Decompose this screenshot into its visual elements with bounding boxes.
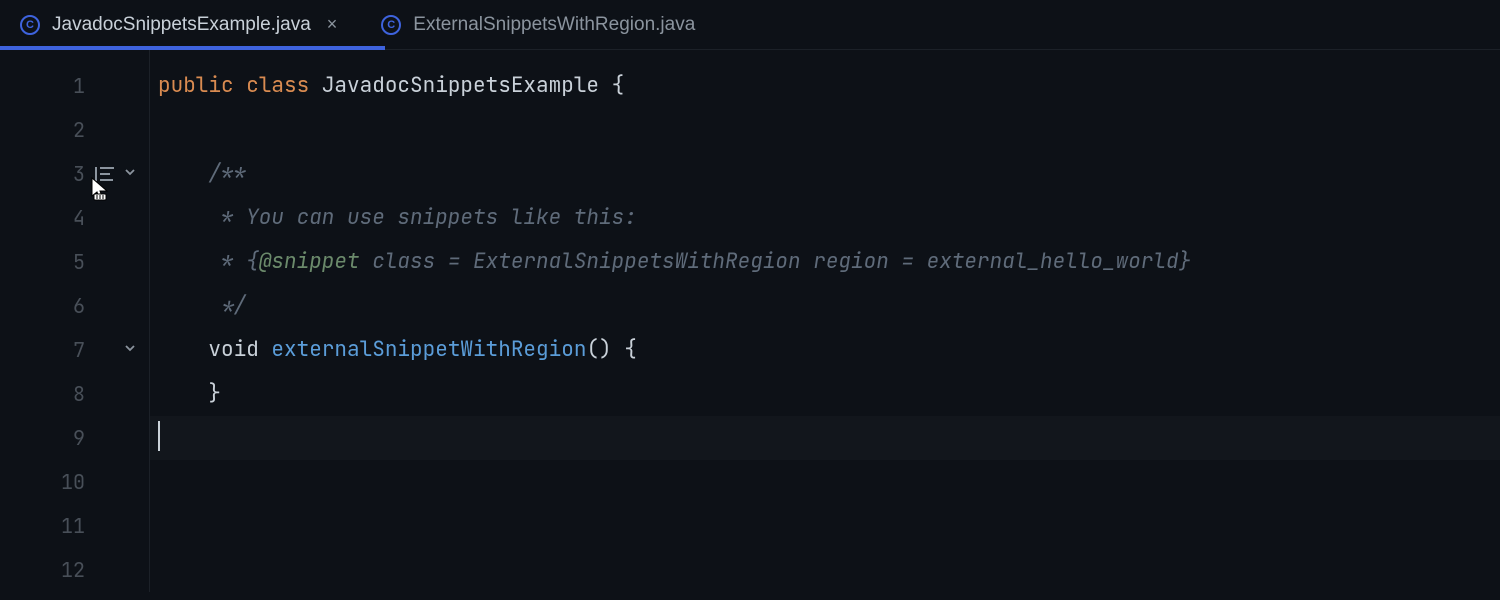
token: } — [208, 380, 221, 407]
token: JavadocSnippetsExample — [322, 72, 599, 99]
token — [234, 72, 247, 99]
line-number: 1 — [63, 64, 85, 108]
token — [599, 72, 612, 99]
code-line[interactable] — [158, 108, 1191, 152]
line-number: 9 — [63, 416, 85, 460]
token — [158, 160, 208, 187]
gutter-row: 10 — [0, 460, 149, 504]
token: { — [612, 72, 625, 99]
token: class — [246, 72, 309, 99]
line-number: 5 — [63, 240, 85, 284]
token: class = ExternalSnippetsWithRegion regio… — [360, 248, 1192, 275]
code-line[interactable]: void externalSnippetWithRegion() { — [158, 328, 1191, 372]
line-number: 12 — [61, 548, 85, 592]
line-number: 8 — [63, 372, 85, 416]
java-class-icon: C — [20, 15, 40, 35]
token — [259, 336, 272, 363]
chevron-down-icon[interactable] — [123, 328, 137, 372]
line-number: 7 — [63, 328, 85, 372]
token: @snippet — [259, 248, 360, 275]
token: /** — [208, 160, 246, 187]
token — [612, 336, 625, 363]
token: externalSnippetWithRegion — [271, 336, 586, 363]
render-doc-icon[interactable] — [95, 167, 113, 181]
gutter-row: 5 — [0, 240, 149, 284]
line-number: 2 — [63, 108, 85, 152]
code-line[interactable] — [158, 416, 1191, 460]
gutter: 123456789101112 — [0, 50, 150, 592]
token — [158, 248, 221, 275]
gutter-row: 3 — [0, 152, 149, 196]
code-area[interactable]: public class JavadocSnippetsExample { /*… — [150, 50, 1191, 592]
token — [158, 336, 208, 363]
token: void — [208, 336, 258, 363]
token — [158, 380, 208, 407]
line-number: 6 — [63, 284, 85, 328]
gutter-row: 2 — [0, 108, 149, 152]
chevron-down-icon[interactable] — [123, 152, 137, 196]
gutter-row: 6 — [0, 284, 149, 328]
token: */ — [221, 292, 246, 319]
gutter-row: 12 — [0, 548, 149, 592]
code-line[interactable] — [158, 504, 1191, 548]
code-line[interactable]: * You can use snippets like this: — [158, 196, 1191, 240]
gutter-row: 1 — [0, 64, 149, 108]
gutter-row: 11 — [0, 504, 149, 548]
tab-0[interactable]: C JavadocSnippetsExample.java × — [0, 0, 361, 49]
line-number: 10 — [61, 460, 85, 504]
code-line[interactable] — [158, 548, 1191, 592]
token — [158, 204, 221, 231]
java-class-icon: C — [381, 15, 401, 35]
token: * You can use snippets like this: — [221, 204, 637, 231]
tab-1[interactable]: C ExternalSnippetsWithRegion.java — [361, 0, 715, 49]
token — [309, 72, 322, 99]
tab-bar: C JavadocSnippetsExample.java × C ExternalSn… — [0, 0, 1500, 50]
code-line[interactable]: * {@snippet class = ExternalSnippetsWith… — [158, 240, 1191, 284]
close-icon[interactable]: × — [323, 14, 342, 35]
gutter-row: 9 — [0, 416, 149, 460]
code-line[interactable] — [158, 460, 1191, 504]
token: { — [624, 336, 637, 363]
gutter-row: 7 — [0, 328, 149, 372]
code-line[interactable]: */ — [158, 284, 1191, 328]
code-line[interactable]: public class JavadocSnippetsExample { — [158, 64, 1191, 108]
gutter-row: 8 — [0, 372, 149, 416]
code-line[interactable]: } — [158, 372, 1191, 416]
token: * { — [221, 248, 259, 275]
line-number: 3 — [63, 152, 85, 196]
token: public — [158, 72, 234, 99]
tab-label: JavadocSnippetsExample.java — [52, 14, 311, 36]
gutter-row: 4 — [0, 196, 149, 240]
token: () — [586, 336, 611, 363]
editor: 123456789101112 public class JavadocSnip… — [0, 50, 1500, 592]
text-caret — [158, 421, 160, 451]
tab-label: ExternalSnippetsWithRegion.java — [413, 14, 695, 36]
current-line-highlight — [150, 416, 1500, 460]
line-number: 4 — [63, 196, 85, 240]
token — [158, 292, 221, 319]
line-number: 11 — [61, 504, 85, 548]
code-line[interactable]: /** — [158, 152, 1191, 196]
